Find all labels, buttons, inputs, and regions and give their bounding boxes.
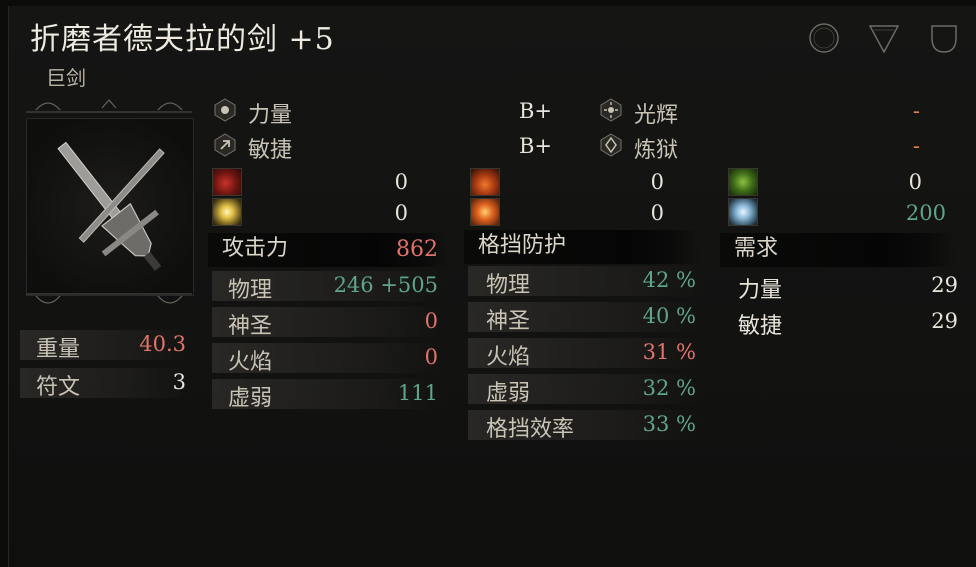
attack-power-total: 862 [396, 237, 438, 262]
frost-icon [728, 198, 758, 226]
runes-value: 3 [172, 370, 186, 394]
attack-value-fire: 0 [424, 345, 438, 369]
guard-label-fire: 火焰 [486, 345, 531, 370]
fire-burst-icon [470, 198, 500, 226]
weight-label: 重量 [36, 337, 81, 362]
circle-ornament-icon [809, 23, 839, 53]
req-label-dexterity: 敏捷 [738, 314, 783, 339]
req-value-strength: 29 [931, 273, 958, 297]
attack-label-holy: 神圣 [228, 314, 273, 339]
guard-label-holy: 神圣 [486, 309, 531, 334]
inferno-scaling: - [912, 134, 920, 158]
attack-value-physical: 246 +505 [333, 273, 438, 297]
fire-value: 0 [650, 170, 664, 194]
holy-value: 0 [394, 201, 408, 225]
triangle-ornament-icon [868, 25, 900, 54]
dexterity-icon [214, 133, 236, 157]
guard-value-boost: 33 % [642, 412, 696, 436]
guard-label-weak: 虚弱 [486, 381, 531, 406]
guard-value-weak: 32 % [642, 376, 696, 400]
holy-icon [212, 198, 242, 226]
frost-value: 200 [905, 201, 946, 225]
bleed-icon [212, 168, 242, 196]
bleed-value: 0 [394, 170, 408, 194]
greatsword-icon [57, 141, 165, 271]
attack-label-fire: 火焰 [228, 350, 273, 375]
bottom-ornament [26, 293, 192, 304]
weight-value: 40.3 [139, 332, 186, 356]
poison-value: 0 [908, 170, 922, 194]
fire-icon [470, 168, 500, 196]
attack-value-holy: 0 [424, 309, 438, 333]
requirements-heading: 需求 [734, 236, 779, 261]
guard-value-fire: 31 % [642, 340, 696, 364]
inferno-icon [600, 133, 622, 157]
attack-value-weak: 111 [397, 381, 438, 405]
radiance-label: 光辉 [634, 103, 679, 128]
item-title: 折磨者德夫拉的剑 +5 [30, 22, 335, 57]
attack-label-weak: 虚弱 [228, 386, 273, 411]
guard-value-physical: 42 % [642, 268, 696, 292]
poison-icon [728, 168, 758, 196]
guard-label-physical: 物理 [486, 273, 531, 298]
guard-label-boost: 格挡效率 [486, 417, 575, 442]
req-label-strength: 力量 [738, 278, 783, 303]
item-type: 巨剑 [46, 66, 86, 90]
attack-power-heading: 攻击力 [222, 236, 289, 261]
radiance-icon [600, 98, 622, 122]
attack-label-physical: 物理 [228, 278, 273, 303]
dexterity-scaling: B+ [518, 134, 552, 158]
top-ornament [26, 99, 192, 113]
req-value-dexterity: 29 [931, 309, 958, 333]
strength-label: 力量 [248, 103, 293, 128]
runes-label: 符文 [36, 375, 81, 400]
guard-header: 格挡防护 [464, 230, 700, 264]
weapon-portrait [26, 118, 194, 296]
dexterity-label: 敏捷 [248, 138, 293, 163]
cup-ornament-icon [931, 25, 957, 53]
strength-icon [214, 98, 236, 122]
radiance-scaling: - [912, 99, 920, 123]
guard-heading: 格挡防护 [478, 233, 567, 258]
guard-value-holy: 40 % [642, 304, 696, 328]
fire-burst-value: 0 [650, 201, 664, 225]
strength-scaling: B+ [518, 99, 552, 123]
inferno-label: 炼狱 [634, 138, 679, 163]
requirements-header: 需求 [720, 233, 956, 267]
